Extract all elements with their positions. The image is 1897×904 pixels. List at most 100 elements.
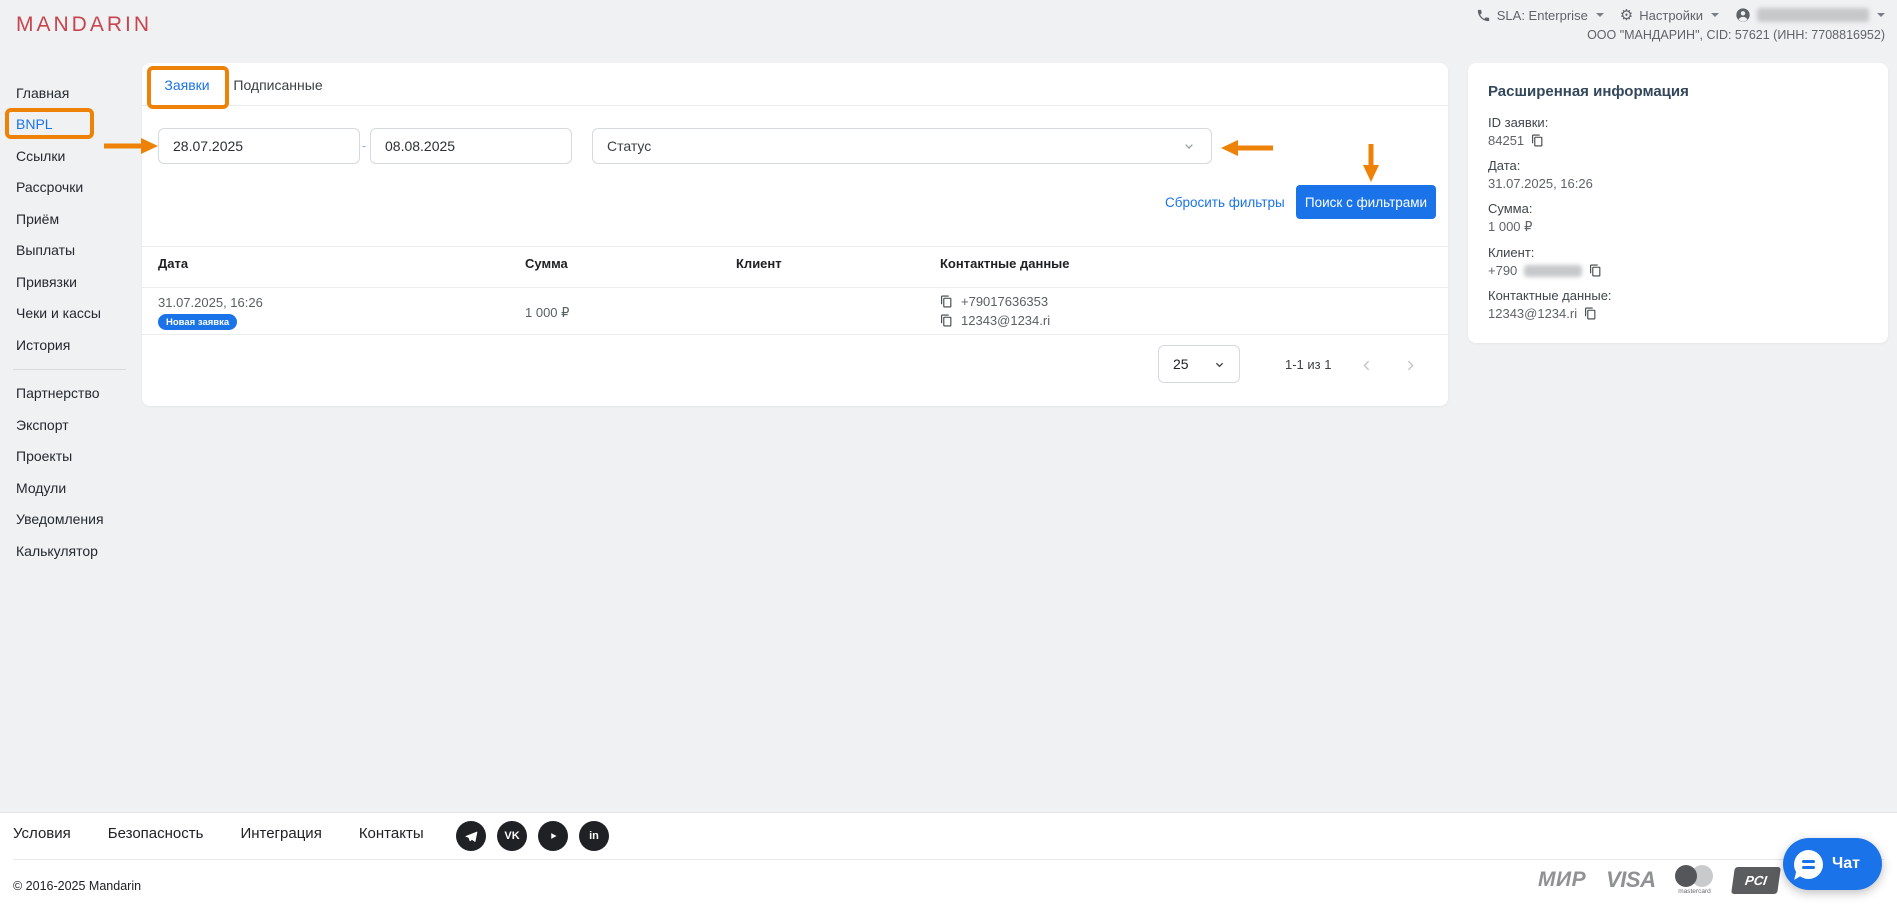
tab-podpisannye[interactable]: Подписанные <box>234 63 322 106</box>
sidebar-item-partnerstvo[interactable]: Партнерство <box>0 378 142 410</box>
org-info-line: ООО "МАНДАРИН", CID: 57621 (ИНН: 7708816… <box>1587 28 1885 42</box>
sidebar-item-vyplaty[interactable]: Выплаты <box>0 235 142 267</box>
field-value: 12343@1234.ri <box>1488 306 1577 321</box>
pci-label: PCI <box>1745 873 1769 888</box>
sidebar-item-label: Партнерство <box>16 385 100 401</box>
sidebar-item-kalkulyator[interactable]: Калькулятор <box>0 535 142 567</box>
chevron-down-icon <box>1877 13 1885 17</box>
status-select[interactable]: Статус <box>592 128 1212 164</box>
sidebar-item-label: Привязки <box>16 274 77 290</box>
sidebar-item-moduli[interactable]: Модули <box>0 472 142 504</box>
date-from-value: 28.07.2025 <box>173 138 243 154</box>
sidebar-item-label: Чеки и кассы <box>16 305 101 321</box>
contact-email-value: 12343@1234.ri <box>961 313 1050 328</box>
date-to-input[interactable]: 08.08.2025 <box>370 128 572 164</box>
youtube-icon[interactable] <box>538 821 568 851</box>
account-name-redacted <box>1757 8 1869 22</box>
contact-phone-value: +79017636353 <box>961 294 1048 309</box>
chat-button[interactable]: Чат <box>1783 838 1882 890</box>
column-header-amount: Сумма <box>525 256 568 271</box>
footer-link-usloviya[interactable]: Условия <box>13 825 71 842</box>
tab-label: Подписанные <box>233 77 322 93</box>
reset-filters-link[interactable]: Сбросить фильтры <box>1165 195 1285 210</box>
field-label: Контактные данные: <box>1488 288 1868 303</box>
row-date: 31.07.2025, 16:26 <box>158 295 263 310</box>
sidebar-item-label: История <box>16 337 70 353</box>
row-amount: 1 000 ₽ <box>525 305 569 321</box>
footer-divider <box>13 859 1884 860</box>
linkedin-icon[interactable]: in <box>579 821 609 851</box>
field-client: Клиент: +790 <box>1488 245 1868 278</box>
sidebar-item-uvedomleniya[interactable]: Уведомления <box>0 504 142 536</box>
date-range-separator: - <box>362 138 366 153</box>
sidebar-item-privyazki[interactable]: Привязки <box>0 266 142 298</box>
chevron-left-icon <box>1358 357 1375 374</box>
sidebar-divider <box>13 369 126 370</box>
copy-icon[interactable] <box>940 314 953 327</box>
field-request-id: ID заявки: 84251 <box>1488 115 1868 148</box>
gear-icon: ⚙ <box>1620 8 1633 23</box>
copy-icon[interactable] <box>1531 134 1544 147</box>
tab-active-underline <box>150 105 224 107</box>
pagination-prev-button[interactable] <box>1356 355 1376 375</box>
chevron-down-icon <box>1711 13 1719 17</box>
chevron-right-icon <box>1402 357 1419 374</box>
extended-info-panel: Расширенная информация ID заявки: 84251 … <box>1468 63 1888 343</box>
footer-links: Условия Безопасность Интеграция Контакты <box>13 825 424 842</box>
vk-label: VK <box>504 830 519 842</box>
account-menu[interactable] <box>1735 7 1885 23</box>
bnpl-requests-card: Заявки Подписанные 28.07.2025 - 08.08.20… <box>142 63 1448 406</box>
sidebar-item-eksport[interactable]: Экспорт <box>0 409 142 441</box>
sidebar-item-cheki-i-kassy[interactable]: Чеки и кассы <box>0 298 142 330</box>
tab-zayavki[interactable]: Заявки <box>150 63 224 106</box>
sla-menu[interactable]: SLA: Enterprise <box>1476 8 1604 23</box>
field-label: Сумма: <box>1488 201 1868 216</box>
telegram-icon[interactable] <box>456 821 486 851</box>
sidebar-nav: Главная BNPL Ссылки Рассрочки Приём Выпл… <box>0 77 142 567</box>
sidebar-item-label: Ссылки <box>16 148 65 164</box>
client-phone-redacted <box>1524 265 1582 277</box>
sidebar-item-priyom[interactable]: Приём <box>0 203 142 235</box>
pagination-next-button[interactable] <box>1400 355 1420 375</box>
field-value: 1 000 ₽ <box>1488 219 1532 235</box>
linkedin-label: in <box>589 830 599 842</box>
date-from-input[interactable]: 28.07.2025 <box>158 128 360 164</box>
search-with-filters-button[interactable]: Поиск с фильтрами <box>1296 185 1436 219</box>
copy-icon[interactable] <box>1584 307 1597 320</box>
social-links: VK in <box>456 821 609 851</box>
sidebar-item-label: BNPL <box>16 116 53 132</box>
chevron-down-icon <box>1596 13 1604 17</box>
settings-menu[interactable]: ⚙ Настройки <box>1620 8 1719 23</box>
sidebar-item-bnpl[interactable]: BNPL <box>0 109 142 141</box>
copy-icon[interactable] <box>1589 264 1602 277</box>
pagination-range-label: 1-1 из 1 <box>1285 357 1331 372</box>
sidebar-item-istoriya[interactable]: История <box>0 329 142 361</box>
footer-link-bezopasnost[interactable]: Безопасность <box>108 825 204 842</box>
sidebar-item-rassrochki[interactable]: Рассрочки <box>0 172 142 204</box>
footer-link-kontakty[interactable]: Контакты <box>359 825 424 842</box>
tab-label: Заявки <box>164 77 209 93</box>
sidebar-item-label: Экспорт <box>16 417 69 433</box>
sidebar-item-proekty[interactable]: Проекты <box>0 441 142 473</box>
field-value: 84251 <box>1488 133 1524 148</box>
payment-logos: МИР VISA mastercard PCI <box>1538 865 1779 895</box>
page-size-select[interactable]: 25 <box>1158 345 1240 383</box>
sidebar-item-glavnaya[interactable]: Главная <box>0 77 142 109</box>
footer-link-integratsiya[interactable]: Интеграция <box>240 825 321 842</box>
settings-label: Настройки <box>1639 8 1703 23</box>
sidebar-item-label: Проекты <box>16 448 72 464</box>
chevron-down-icon <box>1212 357 1227 372</box>
sidebar-item-ssylki[interactable]: Ссылки <box>0 140 142 172</box>
vk-icon[interactable]: VK <box>497 821 527 851</box>
table-divider <box>142 287 1448 288</box>
column-header-client: Клиент <box>736 256 782 271</box>
copy-icon[interactable] <box>940 295 953 308</box>
chat-label: Чат <box>1832 855 1860 873</box>
sidebar-item-label: Выплаты <box>16 242 75 258</box>
chat-bubble-icon <box>1794 850 1823 879</box>
field-label: Клиент: <box>1488 245 1868 260</box>
mandarin-logo: MANDARIN <box>16 13 152 37</box>
row-contact-phone: +79017636353 <box>940 294 1048 309</box>
sidebar-item-label: Рассрочки <box>16 179 83 195</box>
status-badge: Новая заявка <box>158 314 237 330</box>
